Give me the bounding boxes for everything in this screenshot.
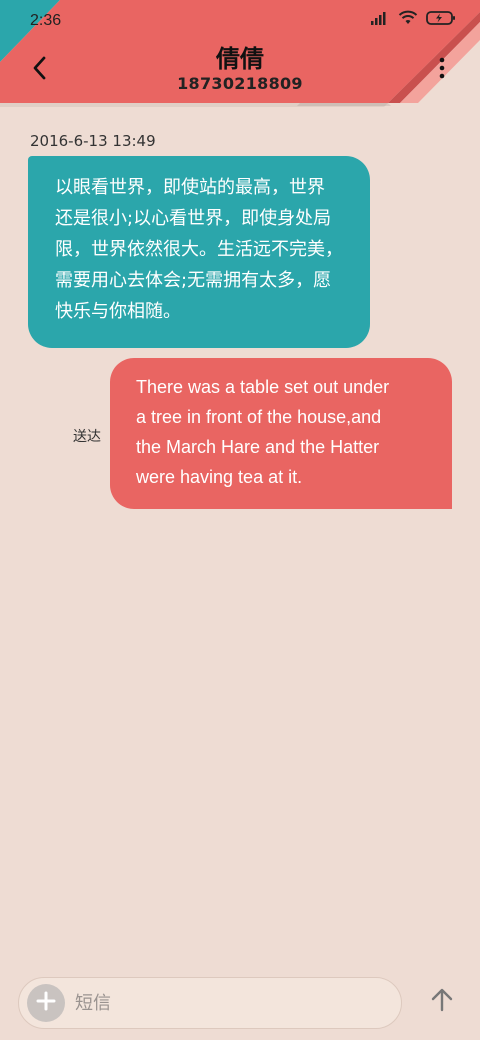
conversation-title: 倩倩 18730218809 xyxy=(140,44,340,94)
battery-icon xyxy=(426,10,456,26)
arrow-up-icon xyxy=(431,988,453,1016)
status-time: 2:36 xyxy=(30,12,62,29)
plus-icon xyxy=(36,991,56,1015)
back-button[interactable] xyxy=(22,52,58,88)
wifi-icon xyxy=(398,10,418,26)
chevron-left-icon xyxy=(30,55,50,85)
message-input[interactable] xyxy=(75,986,385,1020)
add-attachment-button[interactable] xyxy=(27,984,65,1022)
message-line: 需要用心去体会;无需拥有太多，愿 xyxy=(55,270,332,291)
outgoing-message-bubble[interactable]: There was a table set out under a tree i… xyxy=(110,358,452,509)
status-icons xyxy=(370,10,456,26)
message-line: the March Hare and the Hatter xyxy=(136,437,380,457)
send-button[interactable] xyxy=(424,984,460,1020)
contact-number: 18730218809 xyxy=(177,74,303,93)
message-line: 限，世界依然很大。生活远不完美， xyxy=(55,239,343,260)
status-bar: 2:36 xyxy=(0,0,480,40)
message-line: a tree in front of the house,and xyxy=(136,407,382,427)
message-line: 以眼看世界，即使站的最高，世界 xyxy=(55,177,325,198)
message-line: 还是很小;以心看世界，即使身处局 xyxy=(55,208,332,229)
message-composer xyxy=(18,977,402,1029)
delivery-status: 送达 xyxy=(73,429,101,445)
more-options-button[interactable] xyxy=(424,52,460,88)
message-timestamp: 2016-6-13 13:49 xyxy=(30,132,156,150)
message-line: 快乐与你相随。 xyxy=(55,301,181,322)
more-vertical-icon xyxy=(438,56,446,84)
contact-name: 倩倩 xyxy=(216,45,264,73)
signal-icon xyxy=(370,10,390,26)
message-line: were having tea at it. xyxy=(136,467,303,487)
incoming-message-bubble[interactable]: 以眼看世界，即使站的最高，世界 还是很小;以心看世界，即使身处局 限，世界依然很… xyxy=(28,156,370,348)
message-line: There was a table set out under xyxy=(136,377,390,397)
